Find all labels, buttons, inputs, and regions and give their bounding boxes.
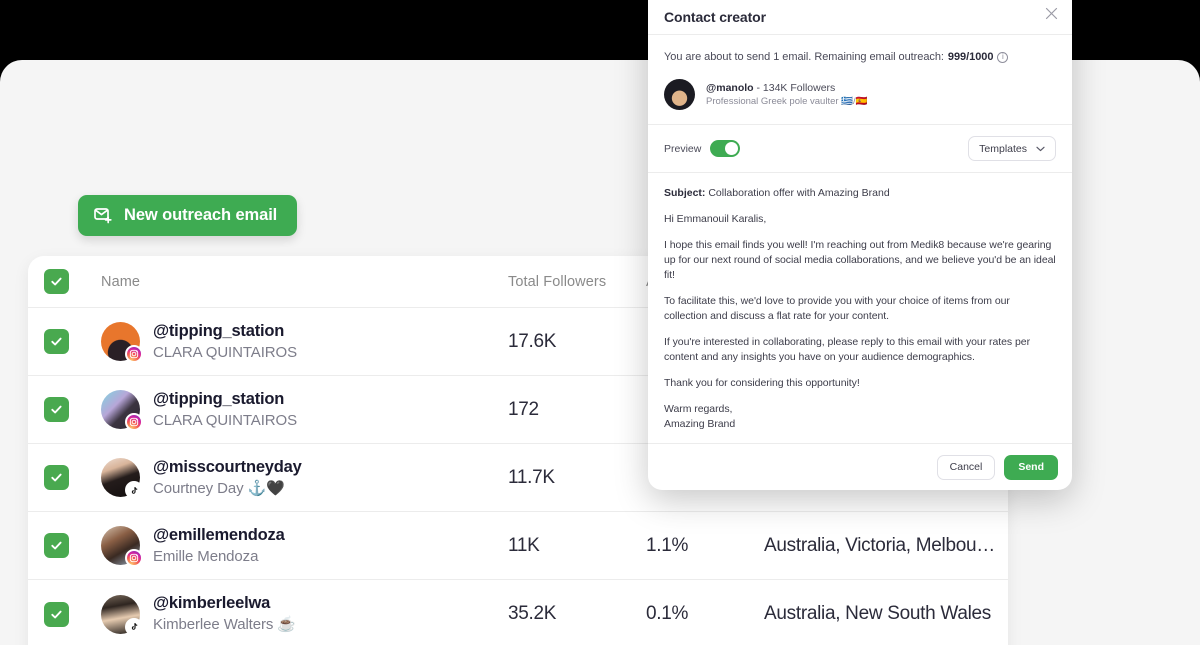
row-checkbox[interactable] xyxy=(44,533,69,558)
engagement-cell: 0.1% xyxy=(646,603,689,624)
engagement-cell: 1.1% xyxy=(646,534,689,556)
chevron-down-icon xyxy=(1036,143,1045,155)
info-icon[interactable]: i xyxy=(997,51,1009,63)
location-cell: Australia, New South Wales xyxy=(764,603,991,624)
column-header-name[interactable]: Name xyxy=(101,274,508,290)
creator-name-cell[interactable]: @misscourtneyday Courtney Day ⚓️🖤 xyxy=(101,457,508,499)
creator-name-cell[interactable]: @tipping_station CLARA QUINTAIROS xyxy=(101,389,508,431)
modal-header: Contact creator xyxy=(648,0,1072,35)
creator-name-cell[interactable]: @tipping_station CLARA QUINTAIROS xyxy=(101,321,508,363)
email-paragraph: I hope this email finds you well! I'm re… xyxy=(664,239,1056,281)
preview-toggle[interactable] xyxy=(710,140,741,157)
instagram-badge-icon xyxy=(125,413,143,431)
email-preview: Subject: Collaboration offer with Amazin… xyxy=(648,173,1072,443)
email-paragraph: To facilitate this, we'd love to provide… xyxy=(664,295,1010,322)
creator-realname: Courtney Day ⚓️🖤 xyxy=(153,479,285,497)
row-checkbox[interactable] xyxy=(44,465,69,490)
row-select-cell xyxy=(44,397,101,422)
preview-control: Preview xyxy=(664,140,741,157)
row-select-cell xyxy=(44,465,101,490)
tiktok-badge-icon xyxy=(125,481,143,499)
quota-notice: You are about to send 1 email. Remaining… xyxy=(648,35,1072,75)
row-select-cell xyxy=(44,329,101,354)
templates-dropdown[interactable]: Templates xyxy=(968,136,1056,161)
quota-notice-text: You are about to send 1 email. Remaining… xyxy=(664,51,944,63)
row-checkbox[interactable] xyxy=(44,397,69,422)
creator-handle: @misscourtneyday xyxy=(153,457,302,476)
new-outreach-email-label: New outreach email xyxy=(124,206,278,224)
instagram-badge-icon xyxy=(125,549,143,567)
email-signoff: Warm regards, xyxy=(664,403,733,415)
followers-cell: 172 xyxy=(508,398,539,420)
creator-realname: Kimberlee Walters ☕ xyxy=(153,616,296,633)
selected-creator: @manolo - 134K Followers Professional Gr… xyxy=(648,75,1072,125)
creator-handle-line: @manolo - 134K Followers xyxy=(706,82,867,94)
email-subject-label: Subject: xyxy=(664,187,706,199)
new-outreach-email-button[interactable]: New outreach email xyxy=(78,195,298,236)
creator-followers: - 134K Followers xyxy=(756,82,836,94)
avatar xyxy=(101,390,143,431)
instagram-badge-icon xyxy=(125,345,143,363)
creator-bio: Professional Greek pole vaulter 🇬🇷/🇪🇸 xyxy=(706,96,868,107)
column-header-total-followers[interactable]: Total Followers xyxy=(508,273,646,291)
avatar xyxy=(101,526,143,567)
creator-realname: Emille Mendoza xyxy=(153,547,259,565)
select-all-cell xyxy=(44,269,101,294)
followers-cell: 11.7K xyxy=(508,466,555,488)
creator-name-cell[interactable]: @kimberleelwa Kimberlee Walters ☕ xyxy=(101,594,508,636)
followers-cell: 35.2K xyxy=(508,603,557,624)
table-row[interactable]: @emillemendoza Emille Mendoza 11K 1.1% A… xyxy=(28,512,1008,580)
creator-handle: @tipping_station xyxy=(153,321,285,340)
row-checkbox[interactable] xyxy=(44,601,69,627)
followers-cell: 11K xyxy=(508,534,540,556)
row-select-cell xyxy=(44,601,101,627)
creator-realname: CLARA QUINTAIROS xyxy=(153,411,297,429)
creator-handle: @kimberleelwa xyxy=(153,594,271,612)
creator-realname: CLARA QUINTAIROS xyxy=(153,343,297,361)
table-row[interactable]: @kimberleelwa Kimberlee Walters ☕ 35.2K … xyxy=(28,580,1008,645)
email-paragraph: Hi Emmanouil Karalis, xyxy=(664,213,767,225)
contact-creator-modal: Contact creator You are about to send 1 … xyxy=(648,0,1072,490)
envelope-plus-icon xyxy=(94,207,113,224)
email-subject: Subject: Collaboration offer with Amazin… xyxy=(664,187,1056,199)
row-select-cell xyxy=(44,533,101,558)
creator-handle: @emillemendoza xyxy=(153,525,285,544)
creator-handle: @manolo xyxy=(706,82,754,94)
toggle-knob xyxy=(725,142,739,155)
modal-toolbar: Preview Templates xyxy=(648,125,1072,173)
quota-value: 999/1000 xyxy=(947,51,994,63)
creator-handle: @tipping_station xyxy=(153,389,285,408)
templates-label: Templates xyxy=(979,142,1027,155)
select-all-checkbox[interactable] xyxy=(44,269,69,294)
screen-root: New outreach email Name Total Followers … xyxy=(0,0,1200,645)
tiktok-badge-icon xyxy=(125,617,143,636)
close-icon[interactable] xyxy=(1042,4,1060,22)
followers-cell: 17.6K xyxy=(508,330,557,352)
modal-title: Contact creator xyxy=(664,9,766,25)
avatar xyxy=(101,322,143,363)
send-button[interactable]: Send xyxy=(1004,454,1058,480)
location-cell: Australia, Victoria, Melbou… xyxy=(764,534,995,556)
avatar xyxy=(101,594,143,636)
avatar xyxy=(101,458,143,499)
modal-footer: Cancel Send xyxy=(648,443,1072,490)
email-paragraph: If you're interested in collaborating, p… xyxy=(664,336,1031,363)
email-paragraph: Thank you for considering this opportuni… xyxy=(664,377,860,389)
creator-avatar xyxy=(664,79,695,110)
email-subject-value: Collaboration offer with Amazing Brand xyxy=(708,187,890,199)
creator-name-cell[interactable]: @emillemendoza Emille Mendoza xyxy=(101,525,508,567)
row-checkbox[interactable] xyxy=(44,329,69,354)
email-signature: Amazing Brand xyxy=(664,418,736,430)
preview-label: Preview xyxy=(664,142,702,155)
cancel-button[interactable]: Cancel xyxy=(936,454,996,480)
